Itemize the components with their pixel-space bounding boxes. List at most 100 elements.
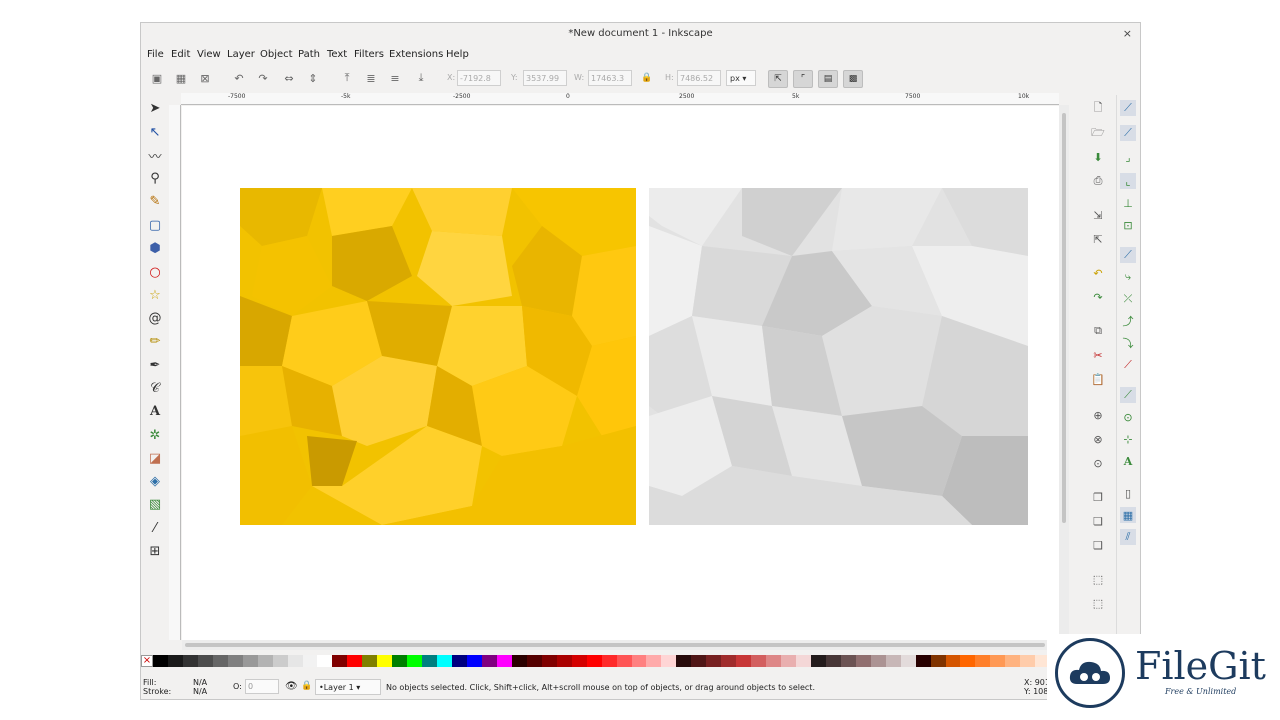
color-swatch[interactable] — [885, 655, 901, 667]
vertical-scroll-thumb[interactable] — [1062, 113, 1066, 523]
color-swatch[interactable] — [676, 655, 692, 667]
color-swatch[interactable] — [511, 655, 527, 667]
color-swatch[interactable] — [167, 655, 183, 667]
ellipse-icon[interactable]: ○ — [146, 263, 164, 281]
move-patterns-toggle[interactable]: ▩ — [843, 70, 863, 88]
snap-page-border-icon[interactable]: ▯ — [1120, 485, 1136, 501]
gradient-icon[interactable]: ▧ — [146, 495, 164, 513]
selector-icon[interactable]: ➤ — [146, 99, 164, 117]
duplicate-icon[interactable]: ❐ — [1090, 489, 1106, 505]
color-swatch[interactable] — [452, 655, 468, 667]
move-gradients-toggle[interactable]: ▤ — [818, 70, 838, 88]
color-swatch[interactable] — [900, 655, 916, 667]
snap-paths-icon[interactable]: ⤷ — [1120, 269, 1136, 285]
color-swatch[interactable] — [1005, 655, 1021, 667]
horizontal-scroll-thumb[interactable] — [185, 643, 1045, 647]
snap-bbox-mid-icon[interactable]: ⊥ — [1120, 195, 1136, 211]
color-swatch[interactable] — [362, 655, 378, 667]
menu-edit[interactable]: Edit — [171, 49, 190, 60]
spray-icon[interactable]: ✲ — [146, 426, 164, 444]
color-swatch[interactable] — [825, 655, 841, 667]
color-swatch[interactable] — [781, 655, 796, 667]
menu-view[interactable]: View — [197, 49, 221, 60]
snap-bbox-center-icon[interactable]: ⊡ — [1120, 217, 1136, 233]
color-swatch[interactable] — [571, 655, 587, 667]
horizontal-scrollbar[interactable] — [182, 640, 1059, 650]
color-swatch[interactable] — [586, 655, 602, 667]
color-swatch[interactable] — [212, 655, 228, 667]
snap-grid-icon[interactable]: ▦ — [1120, 507, 1136, 523]
drawing-canvas[interactable] — [182, 106, 1059, 640]
snap-midpoints-icon[interactable]: ⟋ — [1120, 357, 1136, 373]
color-swatch[interactable] — [182, 655, 198, 667]
measure-icon[interactable]: ✎ — [146, 192, 164, 210]
color-swatch[interactable] — [795, 655, 811, 667]
menu-help[interactable]: Help — [446, 49, 469, 60]
snap-nodes-icon[interactable]: ⟋ — [1120, 247, 1136, 263]
color-swatch[interactable] — [751, 655, 767, 667]
snap-bbox-icon[interactable]: ⟋ — [1120, 125, 1136, 141]
color-swatch[interactable] — [810, 655, 826, 667]
color-swatch[interactable] — [332, 655, 348, 667]
y-input[interactable]: 3537.99 — [523, 70, 567, 86]
menu-extensions[interactable]: Extensions — [389, 49, 443, 60]
color-swatch[interactable] — [706, 655, 722, 667]
copy-icon[interactable]: ⧉ — [1090, 323, 1106, 339]
color-swatch[interactable] — [437, 655, 453, 667]
color-swatch[interactable] — [631, 655, 647, 667]
ungroup-icon[interactable]: ⬚ — [1090, 595, 1106, 611]
color-swatch[interactable] — [766, 655, 782, 667]
connector-icon[interactable]: ⊞ — [146, 542, 164, 560]
gray-lowpoly-image[interactable] — [649, 188, 1028, 525]
menu-file[interactable]: File — [147, 49, 164, 60]
w-input[interactable]: 17463.3 — [588, 70, 632, 86]
color-swatch[interactable] — [347, 655, 363, 667]
color-swatch[interactable] — [601, 655, 617, 667]
snap-object-center-icon[interactable]: ⊙ — [1120, 409, 1136, 425]
close-icon[interactable]: × — [1123, 27, 1132, 40]
lower-to-bottom-icon[interactable]: ⤓ — [413, 70, 429, 86]
color-swatch[interactable] — [496, 655, 512, 667]
spiral-icon[interactable]: @ — [146, 309, 164, 327]
select-all-icon[interactable]: ▣ — [149, 70, 165, 86]
tweak-icon[interactable]: 〰 — [146, 146, 164, 165]
color-swatch[interactable] — [227, 655, 243, 667]
color-swatch[interactable] — [377, 655, 393, 667]
menu-path[interactable]: Path — [298, 49, 320, 60]
color-swatch[interactable] — [287, 655, 303, 667]
snap-guide-icon[interactable]: ⫽ — [1120, 529, 1136, 545]
color-swatch[interactable] — [736, 655, 752, 667]
flip-vertical-icon[interactable]: ⇕ — [305, 70, 321, 86]
new-document-icon[interactable]: 🗋 — [1090, 100, 1106, 116]
zoom-page-icon[interactable]: ⊙ — [1090, 455, 1106, 471]
color-swatch[interactable] — [691, 655, 707, 667]
color-swatch[interactable] — [153, 655, 168, 667]
color-swatch[interactable] — [197, 655, 213, 667]
snap-bbox-edge-icon[interactable]: ⌟ — [1120, 149, 1136, 165]
print-icon[interactable]: ⎙ — [1090, 173, 1106, 189]
text-icon[interactable]: A — [146, 402, 164, 420]
unlink-clone-icon[interactable]: ❑ — [1090, 537, 1106, 553]
color-swatch[interactable] — [556, 655, 572, 667]
color-swatch[interactable] — [870, 655, 886, 667]
scale-corners-toggle[interactable]: ⌜ — [793, 70, 813, 88]
snap-text-baseline-icon[interactable]: A — [1120, 453, 1136, 469]
lower-icon[interactable]: ≡ — [387, 70, 403, 86]
color-swatch[interactable] — [422, 655, 438, 667]
snap-others-icon[interactable]: ⟋ — [1120, 387, 1136, 403]
snap-intersections-icon[interactable]: ⤫ — [1120, 291, 1136, 307]
rect-icon[interactable]: ▢ — [146, 216, 164, 234]
save-icon[interactable]: ⬇ — [1090, 149, 1106, 165]
clone-icon[interactable]: ❏ — [1090, 513, 1106, 529]
zoom-drawing-icon[interactable]: ⊗ — [1090, 431, 1106, 447]
color-swatch[interactable] — [407, 655, 423, 667]
snap-enable-icon[interactable]: ⟋ — [1120, 100, 1136, 116]
flip-horizontal-icon[interactable]: ⇔ — [281, 70, 297, 86]
zoom-selection-icon[interactable]: ⊕ — [1090, 407, 1106, 423]
undo-icon[interactable]: ↶ — [1090, 265, 1106, 281]
color-swatch[interactable] — [481, 655, 497, 667]
layer-lock-icon[interactable]: 🔒 — [301, 681, 312, 691]
color-swatch[interactable] — [915, 655, 931, 667]
snap-smooth-icon[interactable]: ⤵ — [1120, 335, 1136, 351]
redo-icon[interactable]: ↷ — [1090, 289, 1106, 305]
